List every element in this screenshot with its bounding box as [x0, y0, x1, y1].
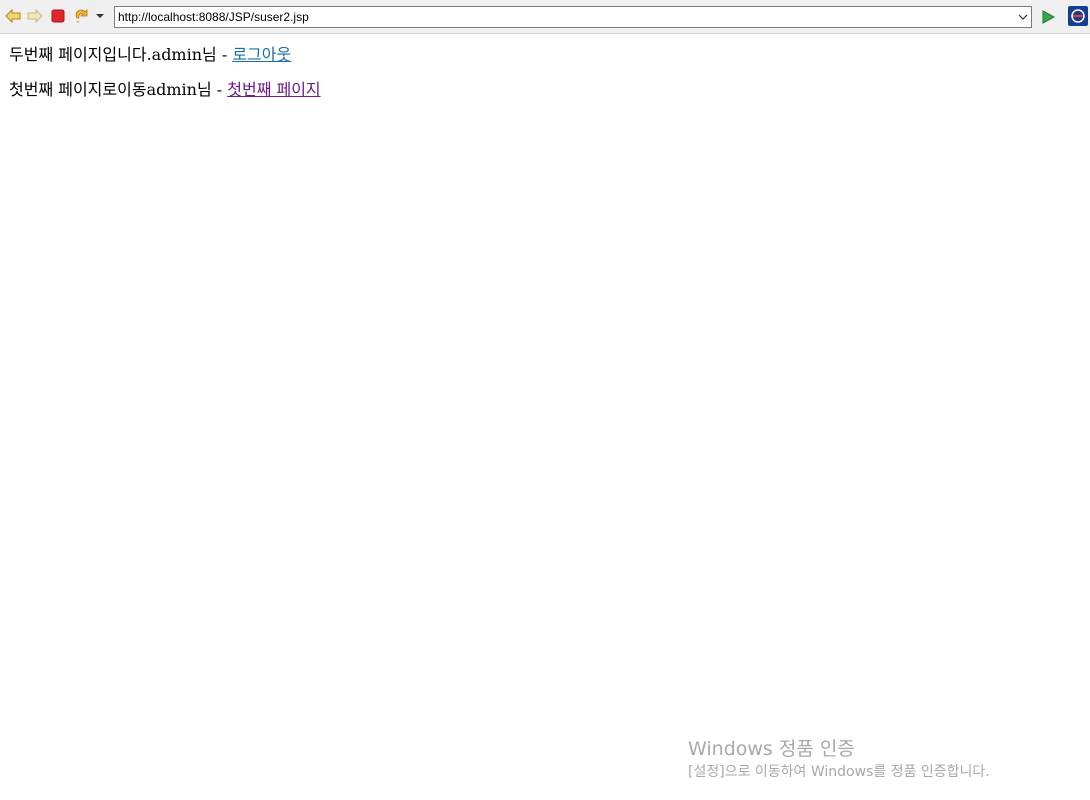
menu-dropdown-icon[interactable] — [93, 7, 107, 25]
first-page-link[interactable]: 첫번째 페이지 — [227, 80, 320, 99]
logout-line: 두번째 페이지입니다.admin님 - 로그아웃 — [9, 44, 321, 66]
page-content: 두번째 페이지입니다.admin님 - 로그아웃 첫번째 페이지로이동admin… — [9, 44, 321, 114]
stop-icon[interactable] — [49, 7, 67, 25]
logout-link[interactable]: 로그아웃 — [232, 45, 291, 64]
windows-activation-watermark: Windows 정품 인증 [설정]으로 이동하여 Windows를 정품 인증… — [688, 736, 990, 782]
forward-icon[interactable] — [26, 7, 44, 25]
address-bar[interactable] — [114, 6, 1032, 28]
first-page-line: 첫번째 페이지로이동admin님 - 첫번째 페이지 — [9, 79, 321, 101]
browser-logo-icon — [1068, 6, 1088, 26]
go-icon[interactable] — [1039, 8, 1057, 26]
url-input[interactable] — [115, 8, 1015, 26]
greeting-text: 두번째 페이지입니다.admin님 - — [9, 45, 233, 64]
watermark-subtitle: [설정]으로 이동하여 Windows를 정품 인증합니다. — [688, 764, 990, 780]
watermark-title: Windows 정품 인증 — [688, 738, 855, 760]
refresh-icon[interactable] — [73, 7, 91, 25]
browser-toolbar — [0, 0, 1090, 34]
back-icon[interactable] — [4, 7, 22, 25]
url-dropdown-icon[interactable] — [1015, 8, 1031, 26]
navigation-text: 첫번째 페이지로이동admin님 - — [9, 80, 228, 99]
